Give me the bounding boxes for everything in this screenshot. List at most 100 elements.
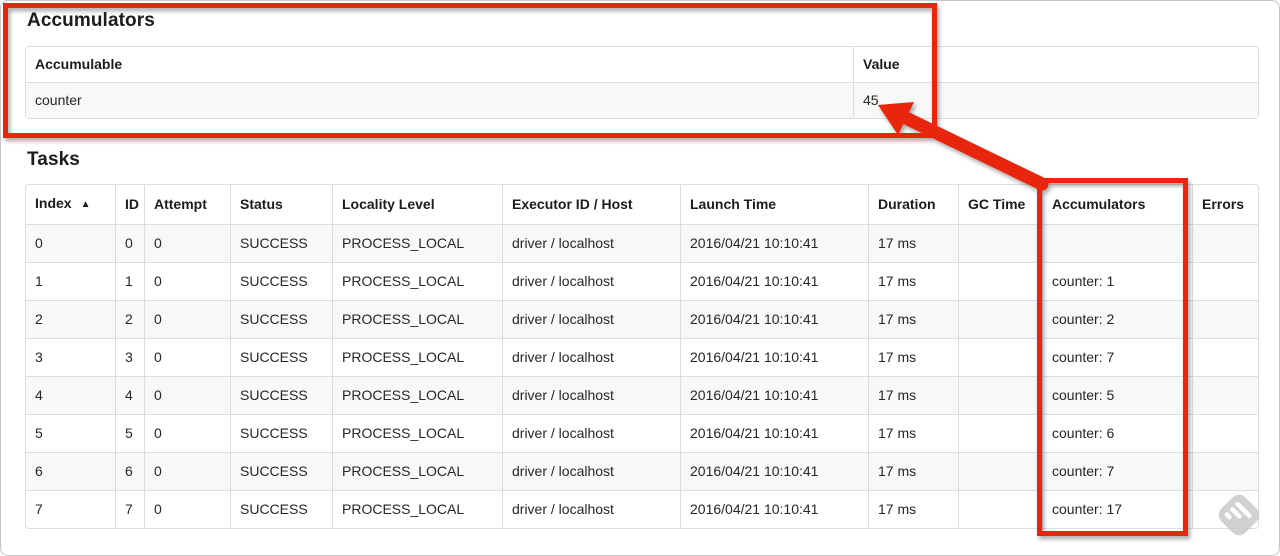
task-row: 3 3 0 SUCCESS PROCESS_LOCAL driver / loc… xyxy=(26,338,1258,376)
cell-launch-time: 2016/04/21 10:10:41 xyxy=(680,490,868,528)
cell-id: 0 xyxy=(115,224,144,262)
cell-status: SUCCESS xyxy=(230,414,332,452)
cell-status: SUCCESS xyxy=(230,490,332,528)
col-header-gc-time[interactable]: GC Time xyxy=(958,185,1042,224)
cell-locality: PROCESS_LOCAL xyxy=(332,452,502,490)
cell-id: 1 xyxy=(115,262,144,300)
cell-attempt: 0 xyxy=(144,490,230,528)
cell-attempt: 0 xyxy=(144,224,230,262)
cell-status: SUCCESS xyxy=(230,338,332,376)
accumulators-heading: Accumulators xyxy=(27,10,155,31)
cell-duration: 17 ms xyxy=(868,414,958,452)
cell-index: 7 xyxy=(26,490,115,528)
col-header-id[interactable]: ID xyxy=(115,185,144,224)
cell-status: SUCCESS xyxy=(230,376,332,414)
cell-executor: driver / localhost xyxy=(502,490,680,528)
cell-launch-time: 2016/04/21 10:10:41 xyxy=(680,262,868,300)
cell-index: 2 xyxy=(26,300,115,338)
cell-index: 6 xyxy=(26,452,115,490)
cell-id: 5 xyxy=(115,414,144,452)
cell-index: 5 xyxy=(26,414,115,452)
col-header-attempt[interactable]: Attempt xyxy=(144,185,230,224)
cell-status: SUCCESS xyxy=(230,224,332,262)
cell-launch-time: 2016/04/21 10:10:41 xyxy=(680,376,868,414)
cell-duration: 17 ms xyxy=(868,490,958,528)
cell-accumulators: counter: 1 xyxy=(1042,262,1192,300)
cell-errors xyxy=(1192,490,1258,528)
cell-executor: driver / localhost xyxy=(502,224,680,262)
task-row: 7 7 0 SUCCESS PROCESS_LOCAL driver / loc… xyxy=(26,490,1258,528)
cell-status: SUCCESS xyxy=(230,262,332,300)
cell-duration: 17 ms xyxy=(868,376,958,414)
tasks-table: Index ▲ ID Attempt Status Locality Level … xyxy=(25,184,1259,529)
col-header-locality-level[interactable]: Locality Level xyxy=(332,185,502,224)
cell-locality: PROCESS_LOCAL xyxy=(332,490,502,528)
cell-executor: driver / localhost xyxy=(502,300,680,338)
col-header-accumulators[interactable]: Accumulators xyxy=(1042,185,1192,224)
cell-launch-time: 2016/04/21 10:10:41 xyxy=(680,452,868,490)
cell-id: 2 xyxy=(115,300,144,338)
cell-executor: driver / localhost xyxy=(502,452,680,490)
col-header-status[interactable]: Status xyxy=(230,185,332,224)
cell-accumulators: counter: 6 xyxy=(1042,414,1192,452)
cell-index: 1 xyxy=(26,262,115,300)
cell-executor: driver / localhost xyxy=(502,414,680,452)
cell-locality: PROCESS_LOCAL xyxy=(332,262,502,300)
sort-ascending-icon: ▲ xyxy=(80,199,91,210)
cell-launch-time: 2016/04/21 10:10:41 xyxy=(680,300,868,338)
cell-attempt: 0 xyxy=(144,300,230,338)
cell-launch-time: 2016/04/21 10:10:41 xyxy=(680,338,868,376)
cell-accumulators: counter: 17 xyxy=(1042,490,1192,528)
cell-attempt: 0 xyxy=(144,338,230,376)
cell-attempt: 0 xyxy=(144,376,230,414)
cell-accumulators: counter: 7 xyxy=(1042,338,1192,376)
cell-locality: PROCESS_LOCAL xyxy=(332,224,502,262)
cell-errors xyxy=(1192,262,1258,300)
cell-launch-time: 2016/04/21 10:10:41 xyxy=(680,414,868,452)
cell-duration: 17 ms xyxy=(868,300,958,338)
cell-attempt: 0 xyxy=(144,414,230,452)
accumulator-row: counter 45 xyxy=(26,82,1258,118)
col-header-duration[interactable]: Duration xyxy=(868,185,958,224)
cell-id: 4 xyxy=(115,376,144,414)
cell-accumulators: counter: 5 xyxy=(1042,376,1192,414)
cell-errors xyxy=(1192,414,1258,452)
cell-launch-time: 2016/04/21 10:10:41 xyxy=(680,224,868,262)
col-header-executor-id-host[interactable]: Executor ID / Host xyxy=(502,185,680,224)
cell-attempt: 0 xyxy=(144,262,230,300)
task-row: 6 6 0 SUCCESS PROCESS_LOCAL driver / loc… xyxy=(26,452,1258,490)
cell-accumulators xyxy=(1042,224,1192,262)
cell-gc-time xyxy=(958,414,1042,452)
accumulable-name-cell: counter xyxy=(26,82,853,118)
tasks-heading: Tasks xyxy=(27,149,80,170)
cell-duration: 17 ms xyxy=(868,338,958,376)
cell-status: SUCCESS xyxy=(230,452,332,490)
cell-executor: driver / localhost xyxy=(502,262,680,300)
cell-id: 7 xyxy=(115,490,144,528)
cell-gc-time xyxy=(958,490,1042,528)
cell-errors xyxy=(1192,224,1258,262)
cell-status: SUCCESS xyxy=(230,300,332,338)
cell-attempt: 0 xyxy=(144,452,230,490)
col-header-errors[interactable]: Errors xyxy=(1192,185,1258,224)
task-row: 1 1 0 SUCCESS PROCESS_LOCAL driver / loc… xyxy=(26,262,1258,300)
cell-duration: 17 ms xyxy=(868,452,958,490)
cell-duration: 17 ms xyxy=(868,224,958,262)
task-row: 0 0 0 SUCCESS PROCESS_LOCAL driver / loc… xyxy=(26,224,1258,262)
task-row: 2 2 0 SUCCESS PROCESS_LOCAL driver / loc… xyxy=(26,300,1258,338)
cell-errors xyxy=(1192,452,1258,490)
cell-id: 3 xyxy=(115,338,144,376)
cell-gc-time xyxy=(958,452,1042,490)
col-header-launch-time[interactable]: Launch Time xyxy=(680,185,868,224)
cell-executor: driver / localhost xyxy=(502,338,680,376)
cell-gc-time xyxy=(958,338,1042,376)
col-header-value: Value xyxy=(853,47,1258,82)
cell-index: 0 xyxy=(26,224,115,262)
cell-locality: PROCESS_LOCAL xyxy=(332,338,502,376)
cell-locality: PROCESS_LOCAL xyxy=(332,300,502,338)
cell-gc-time xyxy=(958,262,1042,300)
accumulators-header-row: Accumulable Value xyxy=(26,47,1258,82)
cell-errors xyxy=(1192,376,1258,414)
col-header-index[interactable]: Index ▲ xyxy=(26,185,115,224)
cell-accumulators: counter: 2 xyxy=(1042,300,1192,338)
